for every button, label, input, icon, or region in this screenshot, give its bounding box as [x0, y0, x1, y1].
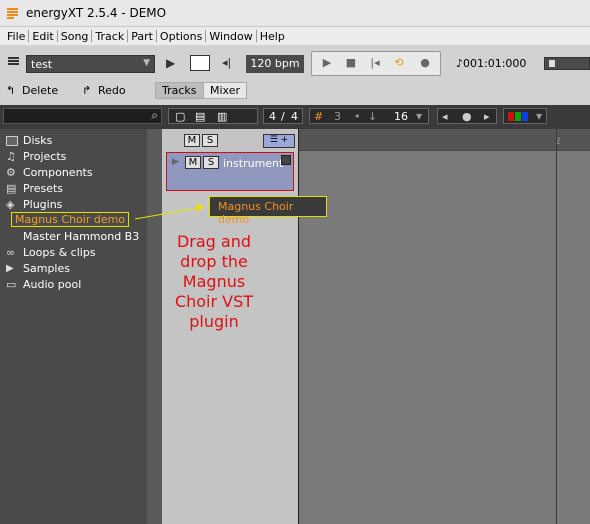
annotation-line-2: drop the [180, 252, 248, 271]
annotation-line-3: Magnus [182, 272, 246, 291]
annotation-line-5: plugin [189, 312, 239, 331]
instruction-annotation: Drag and drop the Magnus Choir VST plugi… [165, 232, 263, 332]
annotation-line-4: Choir VST [174, 292, 254, 311]
drag-connector-arrow [134, 203, 204, 220]
annotation-line-1: Drag and [176, 232, 252, 251]
